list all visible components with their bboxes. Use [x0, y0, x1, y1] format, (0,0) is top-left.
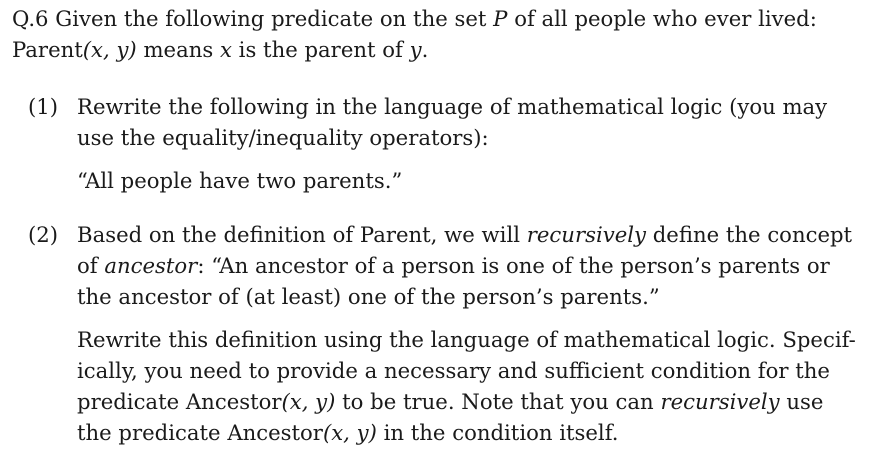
part-1-label: (1)	[28, 94, 59, 119]
part-2-line-3: the ancestor of (at least) one of the pe…	[77, 284, 660, 309]
set-symbol: P	[493, 6, 508, 31]
use-text: use	[786, 389, 824, 414]
part-2-para-2-line-3: predicate Ancestor(x, y) to be true. Not…	[77, 387, 823, 417]
part-2-line-1-text: Based on the definition of Parent, we wi…	[77, 222, 521, 247]
parent-predicate: Parent	[12, 37, 83, 62]
is-parent-text: is the parent of	[238, 37, 403, 62]
part-2-para-2-line-2: ically, you need to provide a necessary …	[77, 358, 830, 383]
part-2-line-1-end: define the concept	[652, 222, 853, 247]
ancestor-predicate: Ancestor	[185, 389, 282, 414]
note-text: to be true. Note that you can	[342, 389, 654, 414]
part-2-line-1: Based on the definition of Parent, we wi…	[77, 220, 852, 250]
part-1-quote: “All people have two parents.”	[77, 168, 403, 193]
ancestor-args: (x, y)	[281, 389, 336, 414]
problem-page: Q.6 Given the following predicate on the…	[0, 0, 880, 457]
var-y: y	[409, 37, 422, 62]
part-1-line-2: use the equality/inequality operators):	[77, 125, 489, 150]
part-1-line-1: Rewrite the following in the language of…	[77, 94, 828, 119]
part-2-line-2: of ancestor: “An ancestor of a person is…	[77, 251, 830, 281]
ancestor-emphasis: ancestor	[104, 253, 198, 278]
question-intro-line-2: Parent(x, y) means x is the parent of y.	[12, 35, 428, 65]
means-text: means	[143, 37, 214, 62]
parent-args: (x, y)	[82, 37, 137, 62]
recursively-emphasis: recursively	[526, 222, 646, 247]
question-intro-line-1: Q.6 Given the following predicate on the…	[12, 4, 817, 34]
intro-text-b: of all people who ever lived:	[514, 6, 817, 31]
ancestor-definition-text: : “An ancestor of a person is one of the…	[197, 253, 830, 278]
intro-text-a: Given the following predicate on the set	[55, 6, 487, 31]
part-2-para-2-line-4: the predicate Ancestor(x, y) in the cond…	[77, 418, 619, 448]
recursively-emphasis-2: recursively	[660, 389, 780, 414]
question-number: Q.6	[12, 6, 49, 31]
ancestor-predicate-2: Ancestor	[227, 420, 323, 445]
period: .	[421, 37, 429, 62]
predicate-text: predicate	[77, 389, 180, 414]
part-2-para-2-line-1: Rewrite this definition using the langua…	[77, 327, 856, 352]
var-x: x	[219, 37, 232, 62]
the-predicate-text: the predicate	[77, 420, 221, 445]
part-2-label: (2)	[28, 222, 59, 247]
ancestor-args-2: (x, y)	[322, 420, 377, 445]
of-text: of	[77, 253, 98, 278]
condition-text: in the condition itself.	[383, 420, 619, 445]
